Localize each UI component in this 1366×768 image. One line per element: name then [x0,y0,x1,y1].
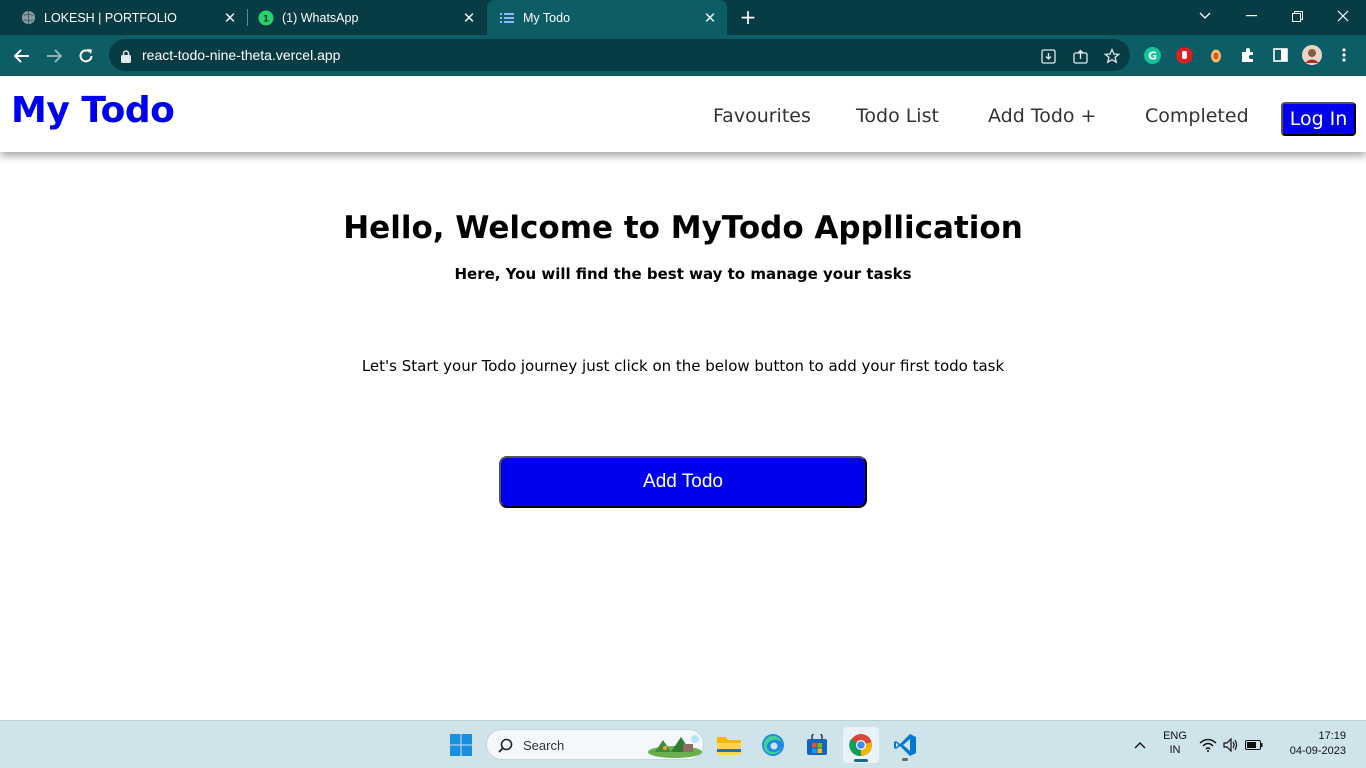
star-bookmark-icon[interactable] [1103,47,1121,65]
tab-portfolio[interactable]: LOKESH | PORTFOLIO ✕ [0,0,247,35]
app-navbar: My Todo Favourites Todo List Add Todo + … [0,76,1366,152]
nav-favourites[interactable]: Favourites [713,105,811,127]
system-tray-status[interactable] [1196,727,1266,763]
nav-todo-list[interactable]: Todo List [856,105,939,127]
running-app-indicator [902,758,908,761]
edge-browser-icon[interactable] [755,727,791,763]
main-content: Hello, Welcome to MyTodo Appllication He… [0,152,1366,720]
add-todo-button[interactable]: Add Todo [499,456,867,508]
search-highlight-illustration [648,735,702,758]
close-tab-icon[interactable]: ✕ [699,7,721,29]
forward-arrow-icon[interactable] [42,44,66,68]
puzzle-extensions-icon[interactable] [1238,45,1258,65]
restore-icon[interactable] [1274,0,1320,32]
nav-completed[interactable]: Completed [1145,105,1249,127]
svg-text:G: G [1147,49,1156,62]
close-tab-icon[interactable]: ✕ [458,7,480,29]
login-button[interactable]: Log In [1281,102,1356,136]
globe-icon [20,10,36,26]
wifi-icon [1199,738,1217,752]
browser-toolbar: react-todo-nine-theta.vercel.app G [0,35,1366,76]
reload-icon[interactable] [74,44,98,68]
input-language-indicator[interactable]: ENG IN [1160,730,1190,756]
chrome-icon[interactable] [843,727,879,763]
getting-started-text: Let's Start your Todo journey just click… [361,357,1005,375]
kebab-menu-icon[interactable] [1334,45,1354,65]
microsoft-store-icon[interactable] [799,727,835,763]
language-code: ENG [1163,730,1187,742]
new-tab-button[interactable]: + [738,7,758,27]
adblock-icon[interactable] [1174,45,1194,65]
profile-avatar[interactable] [1302,45,1322,65]
lock-icon[interactable] [121,48,131,67]
active-app-indicator [854,759,868,762]
tab-title: My Todo [523,10,571,25]
tab-whatsapp[interactable]: 1 (1) WhatsApp ✕ [238,0,486,35]
url-text[interactable]: react-todo-nine-theta.vercel.app [142,47,340,63]
region-code: IN [1169,744,1181,756]
minimize-icon[interactable] [1228,0,1274,32]
close-window-icon[interactable] [1320,0,1366,32]
clock-time: 17:19 [1318,730,1346,742]
side-panel-icon[interactable] [1270,45,1290,65]
file-explorer-icon[interactable] [711,727,747,763]
windows-taskbar: Search ENG IN 17:19 04-09-2023 [0,720,1366,768]
battery-icon [1245,740,1263,750]
search-label: Search [523,738,565,753]
whatsapp-icon: 1 [258,10,274,26]
clock-date: 04-09-2023 [1289,745,1346,757]
grammarly-icon[interactable]: G [1142,45,1162,65]
extension-icon[interactable] [1206,45,1226,65]
list-icon [499,10,515,26]
svg-text:1: 1 [263,14,269,24]
back-arrow-icon[interactable] [10,44,34,68]
tab-title: (1) WhatsApp [282,10,359,25]
search-icon [498,738,513,753]
tab-my-todo[interactable]: My Todo ✕ [487,0,727,35]
share-icon[interactable] [1071,47,1089,65]
welcome-heading: Hello, Welcome to MyTodo Appllication [343,210,1023,246]
brand-logo[interactable]: My Todo [11,90,175,131]
vscode-icon[interactable] [887,727,923,763]
windows-start-icon[interactable] [443,727,479,763]
nav-add-todo[interactable]: Add Todo + [988,105,1096,127]
welcome-subtitle: Here, You will find the best way to mana… [454,265,912,283]
address-bar[interactable]: react-todo-nine-theta.vercel.app [109,39,1130,71]
install-app-icon[interactable] [1039,47,1057,65]
volume-icon [1223,738,1238,752]
tab-title: LOKESH | PORTFOLIO [44,10,177,25]
taskbar-search[interactable]: Search [486,729,704,760]
show-hidden-icons-chevron-icon[interactable] [1123,727,1157,763]
clock[interactable]: 17:19 04-09-2023 [1278,730,1358,757]
browser-tab-strip: LOKESH | PORTFOLIO ✕ 1 (1) WhatsApp ✕ My… [0,0,1366,35]
tab-search-icon[interactable] [1182,0,1228,32]
